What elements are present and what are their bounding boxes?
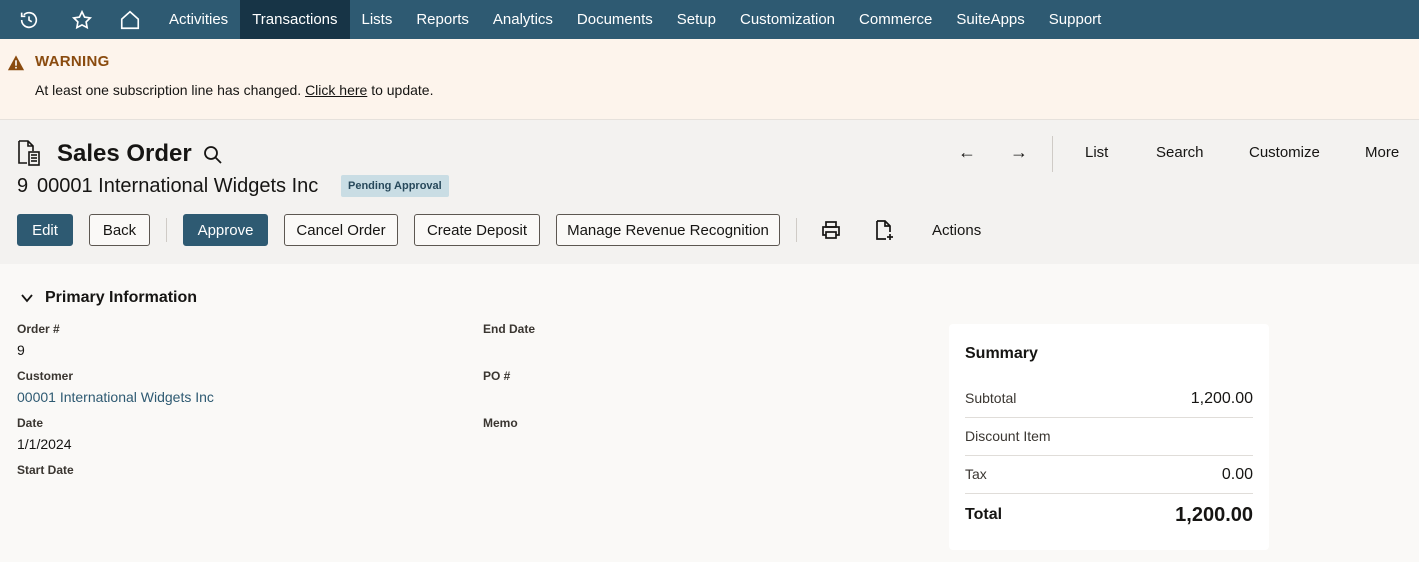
summary-card: Summary Subtotal 1,200.00 Discount Item …	[949, 324, 1269, 550]
record-header: Sales Order 9 00001 International Widget…	[0, 120, 1419, 264]
warning-message: At least one subscription line has chang…	[35, 82, 433, 98]
list-link[interactable]: List	[1085, 144, 1108, 161]
summary-row-tax: Tax 0.00	[965, 456, 1253, 494]
date-value: 1/1/2024	[17, 436, 72, 452]
nav-item-lists[interactable]: Lists	[350, 0, 405, 39]
nav-item-suiteapps[interactable]: SuiteApps	[944, 0, 1036, 39]
record-number: 9	[17, 175, 29, 197]
nav-item-documents[interactable]: Documents	[565, 0, 665, 39]
sales-order-icon	[18, 140, 40, 166]
nav-item-setup[interactable]: Setup	[665, 0, 728, 39]
more-link[interactable]: More	[1365, 144, 1399, 161]
nav-item-activities[interactable]: Activities	[157, 0, 240, 39]
nav-item-reports[interactable]: Reports	[404, 0, 481, 39]
home-icon[interactable]	[106, 0, 154, 39]
summary-title: Summary	[965, 345, 1038, 362]
create-deposit-button[interactable]: Create Deposit	[414, 214, 540, 246]
actions-menu[interactable]: Actions	[932, 222, 981, 239]
manage-revenue-recognition-button[interactable]: Manage Revenue Recognition	[556, 214, 780, 246]
customer-link[interactable]: 00001 International Widgets Inc	[17, 389, 214, 405]
print-icon[interactable]	[820, 219, 842, 241]
cancel-order-button[interactable]: Cancel Order	[284, 214, 398, 246]
customize-link[interactable]: Customize	[1249, 144, 1320, 161]
warning-icon	[7, 55, 25, 71]
status-badge: Pending Approval	[341, 175, 449, 197]
section-title-primary-information[interactable]: Primary Information	[45, 289, 197, 307]
nav-item-commerce[interactable]: Commerce	[847, 0, 944, 39]
record-name: 00001 International Widgets Inc	[37, 175, 319, 197]
tax-label: Tax	[965, 466, 987, 482]
order-number-value: 9	[17, 342, 25, 358]
summary-row-discount: Discount Item	[965, 418, 1253, 456]
history-icon[interactable]	[0, 0, 58, 39]
tax-value: 0.00	[1221, 466, 1253, 483]
nav-item-support[interactable]: Support	[1037, 0, 1114, 39]
subtotal-label: Subtotal	[965, 390, 1017, 406]
search-icon[interactable]	[203, 145, 223, 165]
nav-item-analytics[interactable]: Analytics	[481, 0, 565, 39]
header-divider	[1052, 136, 1053, 172]
po-number-label: PO #	[483, 369, 511, 383]
order-number-label: Order #	[17, 322, 60, 336]
button-divider	[166, 218, 167, 242]
nav-item-transactions[interactable]: Transactions	[240, 0, 350, 39]
edit-button[interactable]: Edit	[17, 214, 73, 246]
approve-button[interactable]: Approve	[183, 214, 268, 246]
new-document-icon[interactable]	[873, 219, 895, 241]
back-button[interactable]: Back	[89, 214, 150, 246]
customer-label: Customer	[17, 369, 74, 383]
page-title: Sales Order	[57, 140, 192, 167]
search-link[interactable]: Search	[1156, 144, 1204, 161]
total-label: Total	[965, 506, 1003, 523]
click-here-link[interactable]: Click here	[305, 82, 367, 98]
warning-title: WARNING	[35, 53, 110, 70]
discount-item-label: Discount Item	[965, 428, 1051, 444]
total-value: 1,200.00	[1175, 504, 1253, 526]
date-label: Date	[17, 416, 44, 430]
warning-banner: WARNING At least one subscription line h…	[0, 39, 1419, 120]
top-navigation: Activities Transactions Lists Reports An…	[0, 0, 1419, 39]
next-record-arrow-icon[interactable]: →	[1010, 142, 1028, 163]
button-divider	[796, 218, 797, 242]
start-date-label: Start Date	[17, 463, 74, 477]
nav-item-customization[interactable]: Customization	[728, 0, 847, 39]
chevron-down-icon[interactable]	[20, 291, 34, 305]
memo-label: Memo	[483, 416, 518, 430]
warning-text-before: At least one subscription line has chang…	[35, 82, 302, 98]
warning-text-after: to update.	[371, 82, 434, 98]
end-date-label: End Date	[483, 322, 536, 336]
subtotal-value: 1,200.00	[1190, 390, 1253, 407]
summary-row-subtotal: Subtotal 1,200.00	[965, 382, 1253, 418]
star-icon[interactable]	[58, 0, 106, 39]
previous-record-arrow-icon[interactable]: ←	[958, 142, 976, 163]
